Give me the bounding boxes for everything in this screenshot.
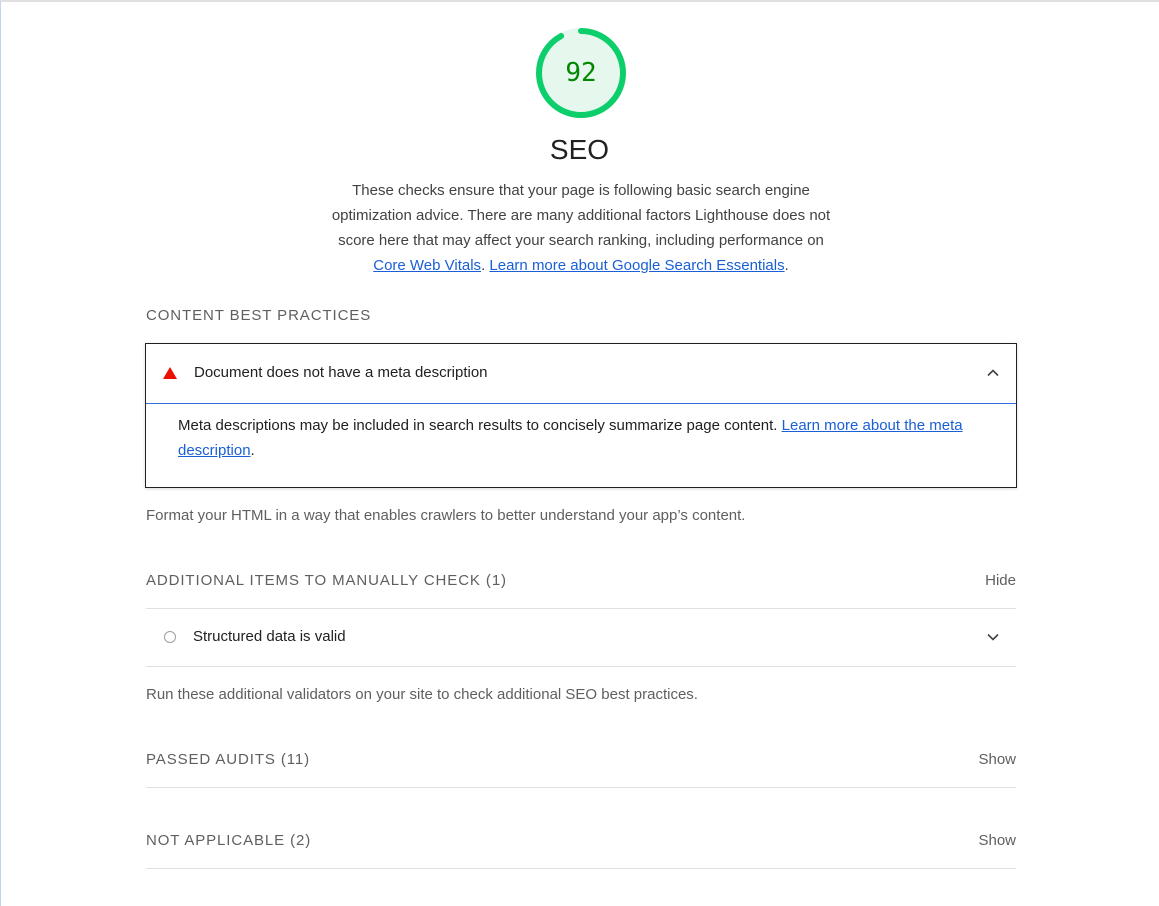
score-value: 92 bbox=[565, 58, 597, 88]
audit-structured-data[interactable]: Structured data is valid bbox=[146, 609, 1016, 666]
audit-meta-description-header[interactable]: Document does not have a meta descriptio… bbox=[146, 344, 1016, 404]
divider bbox=[146, 787, 1016, 788]
audit-title: Structured data is valid bbox=[193, 628, 346, 645]
category-title: SEO bbox=[549, 134, 610, 165]
content-best-practices-title: CONTENT BEST PRACTICES bbox=[146, 307, 372, 324]
divider bbox=[146, 666, 1016, 667]
learn-more-search-essentials-link[interactable]: Learn more about Google Search Essential… bbox=[489, 257, 784, 274]
audit-description-text: Meta descriptions may be included in sea… bbox=[178, 417, 778, 434]
manual-checks-count: (1) bbox=[485, 572, 507, 589]
passed-audits-title[interactable]: PASSED AUDITS (11) bbox=[146, 750, 310, 770]
fail-triangle-icon bbox=[163, 367, 177, 379]
not-applicable-title-text: NOT APPLICABLE bbox=[146, 832, 286, 849]
passed-audits-show-toggle[interactable]: Show bbox=[978, 750, 1016, 770]
not-applicable-count: (2) bbox=[290, 832, 312, 849]
content-best-practices-description: Format your HTML in a way that enables c… bbox=[146, 507, 746, 524]
manual-circle-icon bbox=[164, 631, 176, 643]
manual-checks-title-text: ADDITIONAL ITEMS TO MANUALLY CHECK bbox=[146, 572, 481, 589]
not-applicable-show-toggle[interactable]: Show bbox=[978, 831, 1016, 851]
manual-checks-hide-toggle[interactable]: Hide bbox=[985, 571, 1016, 591]
audit-description-end: . bbox=[250, 442, 255, 459]
manual-checks-description: Run these additional validators on your … bbox=[146, 686, 698, 703]
passed-audits-count: (11) bbox=[280, 751, 311, 768]
score-gauge[interactable]: 92 bbox=[535, 27, 627, 119]
audit-description: Meta descriptions may be included in sea… bbox=[178, 413, 978, 463]
chevron-down-icon[interactable] bbox=[986, 630, 1000, 644]
audit-meta-description: Document does not have a meta descriptio… bbox=[145, 343, 1017, 488]
manual-checks-title[interactable]: ADDITIONAL ITEMS TO MANUALLY CHECK (1) bbox=[146, 571, 507, 591]
passed-audits-title-text: PASSED AUDITS bbox=[146, 751, 276, 768]
divider bbox=[146, 868, 1016, 869]
not-applicable-title[interactable]: NOT APPLICABLE (2) bbox=[146, 831, 311, 851]
category-description: These checks ensure that your page is fo… bbox=[325, 178, 837, 278]
description-separator: . bbox=[481, 257, 486, 274]
category-description-text: These checks ensure that your page is fo… bbox=[331, 182, 831, 249]
description-end-punct: . bbox=[784, 257, 789, 274]
chevron-up-icon[interactable] bbox=[986, 366, 1000, 380]
audit-title: Document does not have a meta descriptio… bbox=[194, 364, 488, 381]
core-web-vitals-link[interactable]: Core Web Vitals bbox=[373, 257, 481, 274]
